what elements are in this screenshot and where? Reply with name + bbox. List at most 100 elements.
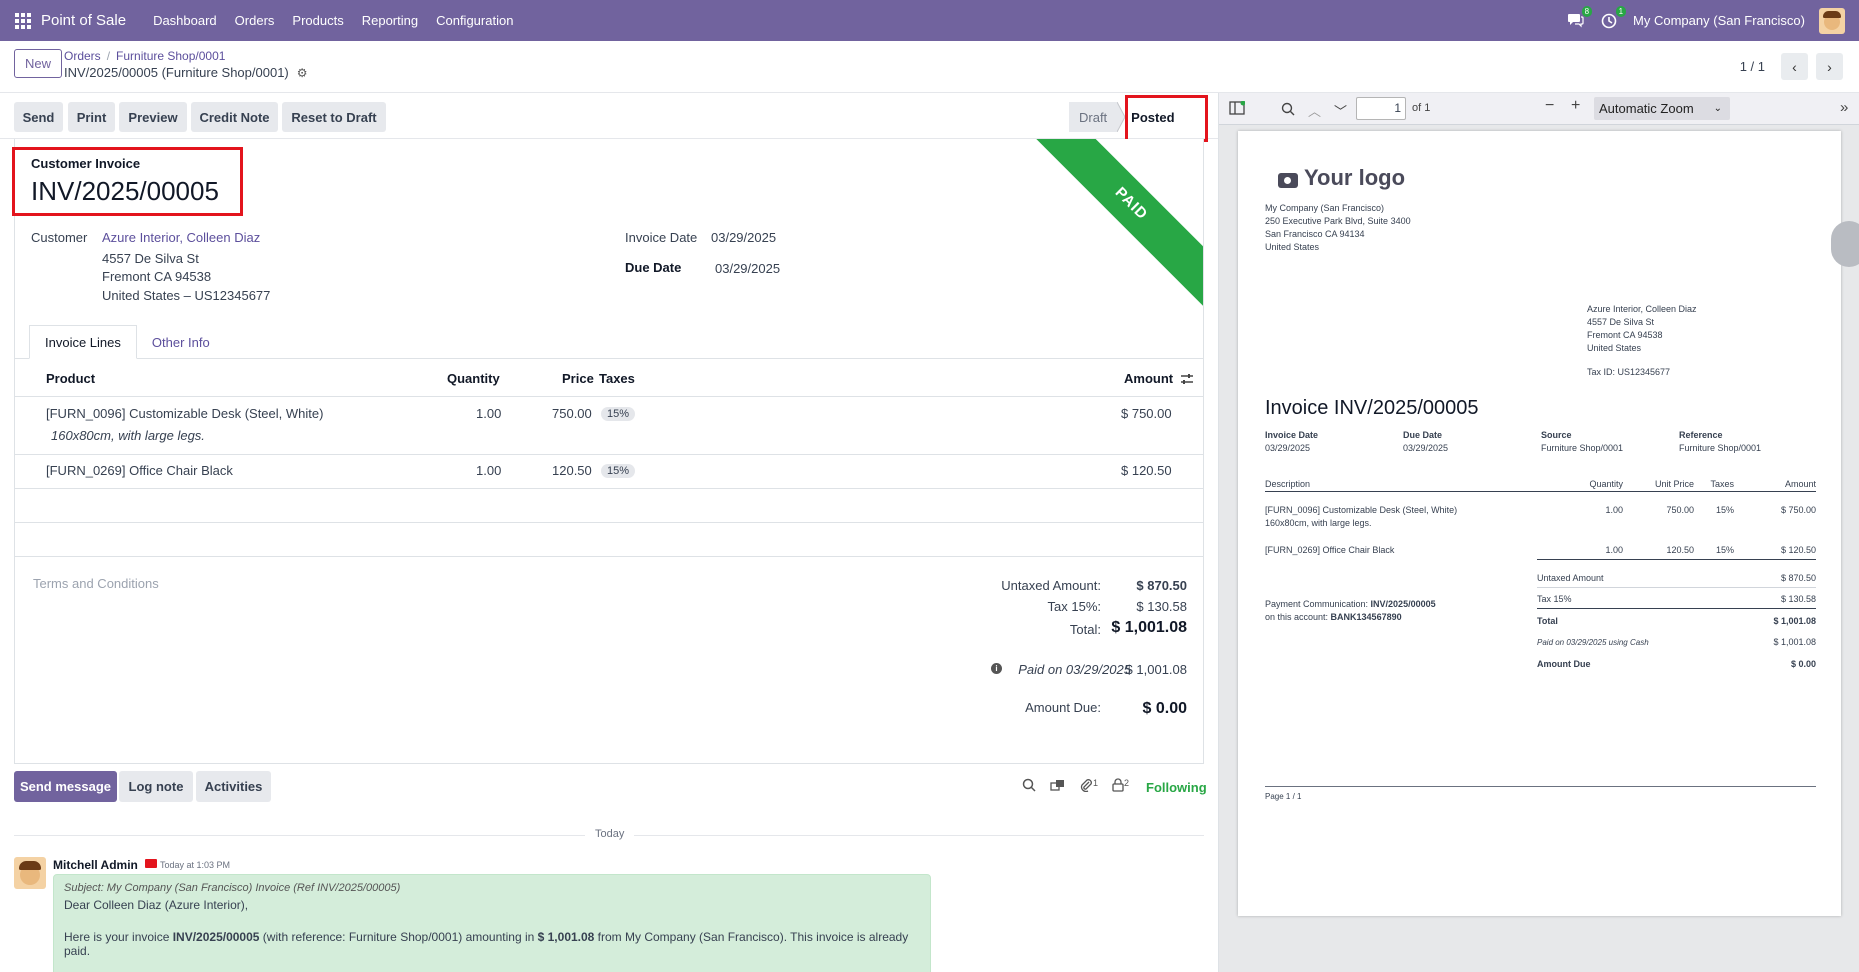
zoom-select-value: Automatic Zoom bbox=[1599, 101, 1694, 116]
column-settings-icon[interactable] bbox=[1180, 373, 1194, 385]
tab-invoice-lines[interactable]: Invoice Lines bbox=[29, 325, 137, 359]
app-name[interactable]: Point of Sale bbox=[41, 12, 126, 29]
lock-user-icon[interactable] bbox=[1112, 778, 1124, 792]
activity-clock-icon[interactable]: 1 bbox=[1599, 5, 1627, 31]
pdf-row-tax: 15% bbox=[1715, 505, 1734, 515]
row-tax-badge[interactable]: 15% bbox=[601, 464, 636, 478]
row-price[interactable]: 750.00 bbox=[552, 406, 592, 421]
customer-address-1: 4557 De Silva St bbox=[102, 251, 199, 266]
send-button[interactable]: Send bbox=[14, 102, 63, 132]
tab-other-info[interactable]: Other Info bbox=[137, 325, 225, 359]
col-price[interactable]: Price bbox=[562, 371, 594, 386]
search-icon[interactable] bbox=[1022, 778, 1036, 792]
activities-button[interactable]: Activities bbox=[196, 771, 271, 802]
pdf-row-qty: 1.00 bbox=[1605, 505, 1623, 515]
pdf-total-label: Paid on 03/29/2025 using Cash bbox=[1537, 638, 1649, 647]
chat-icon[interactable]: 8 bbox=[1565, 5, 1593, 31]
row-quantity[interactable]: 1.00 bbox=[476, 406, 501, 421]
page-number-input[interactable]: 1 bbox=[1356, 97, 1406, 120]
new-button[interactable]: New bbox=[14, 49, 63, 78]
apps-menu-icon[interactable] bbox=[15, 12, 31, 29]
reset-to-draft-button[interactable]: Reset to Draft bbox=[282, 102, 386, 132]
pdf-row-price: 750.00 bbox=[1666, 505, 1694, 515]
row-tax-badge[interactable]: 15% bbox=[601, 407, 636, 421]
top-navbar: Point of Sale Dashboard Orders Products … bbox=[0, 0, 1859, 41]
pdf-logo: Your logo bbox=[1304, 165, 1406, 190]
pager-value[interactable]: 1 / 1 bbox=[1740, 59, 1765, 74]
zoom-in-icon[interactable]: + bbox=[1571, 97, 1580, 115]
zoom-out-icon[interactable]: − bbox=[1545, 97, 1554, 115]
col-amount[interactable]: Amount bbox=[1124, 371, 1173, 386]
pager-next-icon[interactable]: › bbox=[1816, 53, 1843, 80]
zoom-select[interactable]: Automatic Zoom ⌄ bbox=[1594, 97, 1730, 120]
pdf-company-line: My Company (San Francisco) bbox=[1265, 203, 1385, 213]
menu-dashboard[interactable]: Dashboard bbox=[153, 13, 217, 28]
untaxed-value: $ 870.50 bbox=[1136, 578, 1187, 593]
author-avatar[interactable] bbox=[14, 857, 46, 889]
credit-note-button[interactable]: Credit Note bbox=[191, 102, 278, 132]
menu-products[interactable]: Products bbox=[292, 13, 343, 28]
customer-link[interactable]: Azure Interior, Colleen Diaz bbox=[102, 230, 260, 245]
gear-icon[interactable]: ⚙ bbox=[297, 66, 308, 80]
pdf-meta-value: 03/29/2025 bbox=[1265, 443, 1311, 453]
following-button[interactable]: Following bbox=[1146, 780, 1207, 795]
menu-reporting[interactable]: Reporting bbox=[362, 13, 418, 28]
breadcrumb-shop[interactable]: Furniture Shop/0001 bbox=[116, 49, 225, 63]
user-avatar[interactable] bbox=[1819, 7, 1845, 34]
pdf-toolbar: ︿ ﹀ 1 of 1 − + Automatic Zoom ⌄ » bbox=[1219, 93, 1859, 125]
row-description: 160x80cm, with large legs. bbox=[51, 428, 205, 443]
pdf-total-value: $ 0.00 bbox=[1790, 659, 1816, 669]
prev-page-icon[interactable]: ︿ bbox=[1308, 101, 1321, 120]
col-product[interactable]: Product bbox=[46, 371, 95, 386]
col-taxes[interactable]: Taxes bbox=[599, 371, 635, 386]
pager-previous-icon[interactable]: ‹ bbox=[1781, 53, 1808, 80]
pdf-rows-line bbox=[1537, 559, 1816, 560]
terms-and-conditions[interactable]: Terms and Conditions bbox=[33, 576, 159, 591]
print-button[interactable]: Print bbox=[68, 102, 115, 132]
pdf-total-value: $ 1,001.08 bbox=[1773, 637, 1816, 647]
row-quantity[interactable]: 1.00 bbox=[476, 463, 501, 478]
status-draft[interactable]: Draft bbox=[1069, 102, 1118, 132]
followers[interactable]: 2 bbox=[1112, 778, 1129, 792]
invoice-date-value[interactable]: 03/29/2025 bbox=[711, 230, 776, 245]
pdf-invoice-title: Invoice INV/2025/00005 bbox=[1265, 397, 1479, 419]
control-panel: New Orders / Furniture Shop/0001 INV/2025/… bbox=[0, 41, 1859, 93]
tax-value: $ 130.58 bbox=[1136, 599, 1187, 614]
pdf-account-value: BANK134567890 bbox=[1330, 612, 1402, 622]
attachments[interactable]: 1 bbox=[1079, 778, 1098, 792]
row-product[interactable]: [FURN_0269] Office Chair Black bbox=[46, 463, 233, 478]
menu-orders[interactable]: Orders bbox=[235, 13, 275, 28]
pdf-meta-value: 03/29/2025 bbox=[1403, 443, 1449, 453]
next-page-icon[interactable]: ﹀ bbox=[1334, 101, 1347, 120]
paperclip-icon[interactable] bbox=[1079, 778, 1093, 792]
pdf-total-value: $ 870.50 bbox=[1780, 573, 1816, 583]
tools-expand-icon[interactable]: » bbox=[1840, 99, 1848, 116]
row-divider bbox=[15, 454, 1203, 455]
pdf-row-price: 120.50 bbox=[1666, 545, 1694, 555]
breadcrumb-orders[interactable]: Orders bbox=[64, 49, 101, 63]
row-price[interactable]: 120.50 bbox=[552, 463, 592, 478]
due-date-value[interactable]: 03/29/2025 bbox=[715, 261, 780, 276]
menu-configuration[interactable]: Configuration bbox=[436, 13, 513, 28]
send-message-button[interactable]: Send message bbox=[14, 771, 117, 802]
sidebar-toggle-icon[interactable] bbox=[1229, 101, 1245, 115]
date-divider-label: Today bbox=[585, 828, 635, 840]
log-note-button[interactable]: Log note bbox=[119, 771, 193, 802]
activity-badge: 1 bbox=[1615, 5, 1627, 17]
pdf-viewer: ︿ ﹀ 1 of 1 − + Automatic Zoom ⌄ » Your l… bbox=[1218, 93, 1859, 972]
invoice-date-label: Invoice Date bbox=[625, 230, 698, 245]
col-quantity[interactable]: Quantity bbox=[447, 371, 500, 386]
preview-button[interactable]: Preview bbox=[119, 102, 187, 132]
link-preview-icon[interactable] bbox=[1050, 778, 1065, 792]
invoice-sheet: PAID Customer Invoice INV/2025/00005 Cus… bbox=[14, 139, 1204, 764]
action-bar: Send Print Preview Credit Note Reset to … bbox=[0, 93, 1218, 139]
side-float-button[interactable] bbox=[1831, 221, 1859, 267]
company-switcher[interactable]: My Company (San Francisco) bbox=[1633, 13, 1805, 28]
row-product[interactable]: [FURN_0096] Customizable Desk (Steel, Wh… bbox=[46, 406, 323, 421]
pdf-total-label: Amount Due bbox=[1537, 659, 1591, 669]
message-author[interactable]: Mitchell Admin bbox=[53, 858, 138, 872]
pdf-page: Your logo My Company (San Francisco) 250… bbox=[1238, 131, 1841, 916]
pdf-search-icon[interactable] bbox=[1281, 102, 1295, 116]
pdf-customer-line: Fremont CA 94538 bbox=[1587, 330, 1663, 340]
pdf-row-qty: 1.00 bbox=[1605, 545, 1623, 555]
